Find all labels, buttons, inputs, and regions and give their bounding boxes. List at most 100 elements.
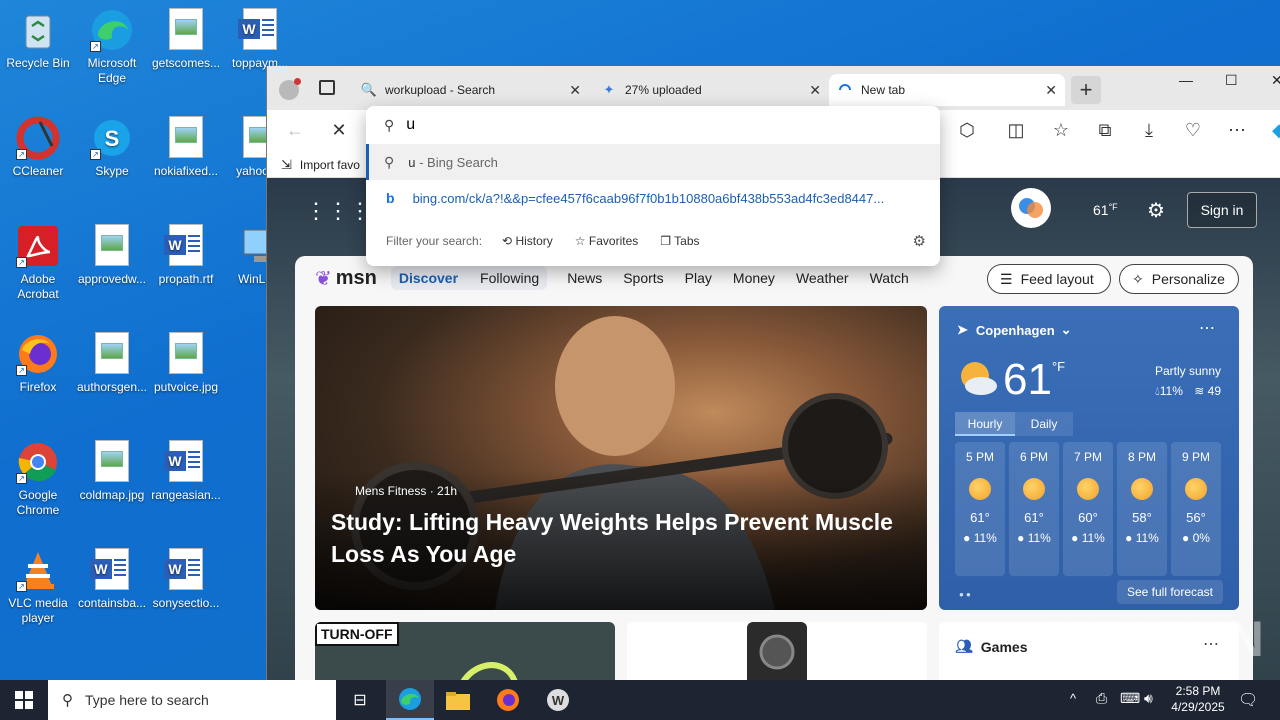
sign-in-button[interactable]: Sign in: [1187, 192, 1257, 228]
raindrop-icon: ●: [963, 531, 971, 545]
new-tab-button[interactable]: +: [1071, 76, 1101, 104]
image-file-icon: [95, 332, 129, 374]
desktop-icon-file[interactable]: getscomes...: [148, 8, 224, 71]
taskbar-file-explorer[interactable]: [434, 680, 482, 720]
desktop-icon-file[interactable]: authorsgen...: [74, 332, 150, 395]
desktop-icon-file[interactable]: W rangeasian...: [148, 440, 224, 503]
suggestion-bing-search[interactable]: ⚲ u - Bing Search: [366, 144, 940, 180]
maximize-button[interactable]: ☐: [1225, 72, 1238, 89]
pagination-dots[interactable]: ● ●: [959, 590, 971, 599]
turnoff-card[interactable]: TURN-OFF: [315, 622, 615, 680]
desktop-icon-recycle-bin[interactable]: Recycle Bin: [0, 8, 76, 71]
desktop-icon-file[interactable]: nokiafixed...: [148, 116, 224, 179]
weather-location[interactable]: ➤ Copenhagen ⌄: [957, 322, 1072, 338]
desktop-icon-firefox[interactable]: ↗ Firefox: [0, 332, 76, 395]
tabs-filter[interactable]: ❐ Tabs: [660, 234, 699, 248]
desktop-icon-file[interactable]: W propath.rtf: [148, 224, 224, 287]
close-tab-icon[interactable]: ✕: [569, 82, 581, 99]
tab-daily[interactable]: Daily: [1015, 412, 1073, 436]
nav-sports[interactable]: Sports: [623, 270, 663, 286]
notifications-icon[interactable]: 🗨︎: [1238, 690, 1258, 710]
more-options-icon[interactable]: ⋯: [1225, 120, 1249, 141]
desktop-icon-edge[interactable]: ↗ Microsoft Edge: [74, 8, 150, 86]
nav-weather[interactable]: Weather: [796, 270, 849, 286]
task-view-icon[interactable]: ⊟: [336, 680, 384, 720]
desktop-icon-ccleaner[interactable]: ↗ CCleaner: [0, 116, 76, 179]
nav-money[interactable]: Money: [733, 270, 775, 286]
tab-workupload-search[interactable]: 🔍 workupload - Search ✕: [353, 74, 589, 106]
collections-icon[interactable]: ⧉: [1093, 120, 1117, 141]
close-tab-icon[interactable]: ✕: [1045, 82, 1057, 99]
camera-card[interactable]: [627, 622, 927, 680]
weather-temp-top[interactable]: 61°F: [1093, 202, 1118, 218]
apps-grid-icon[interactable]: ⋮⋮⋮: [305, 198, 371, 224]
desktop-icon-file[interactable]: W toppaym...: [222, 8, 298, 71]
stop-loading-icon[interactable]: ✕: [327, 120, 351, 141]
address-bar[interactable]: ⚲: [366, 106, 940, 144]
settings-gear-icon[interactable]: ⚙: [913, 232, 926, 250]
personalize-button[interactable]: ✧ Personalize: [1119, 264, 1239, 294]
desktop-icon-file[interactable]: approvedw...: [74, 224, 150, 287]
search-icon: ⚲: [62, 692, 73, 709]
close-tab-icon[interactable]: ✕: [809, 82, 821, 99]
favorites-filter[interactable]: ☆ Favorites: [575, 234, 638, 248]
address-bar-dropdown: ⚲ ⚲ u - Bing Search b bing.com/ck/a?!&&p…: [366, 106, 940, 266]
back-icon[interactable]: ←: [283, 120, 307, 141]
browser-essentials-icon[interactable]: ♡: [1181, 120, 1205, 141]
taskbar-edge[interactable]: [386, 680, 434, 720]
tab-new-tab[interactable]: New tab ✕: [829, 74, 1065, 106]
word-document-icon: W: [238, 8, 277, 50]
suggestion-url[interactable]: b bing.com/ck/a?!&&p=cfee457f6caab96f7f0…: [366, 180, 940, 216]
desktop-icon-file[interactable]: W containsba...: [74, 548, 150, 611]
copilot-icon[interactable]: ◆: [1267, 120, 1280, 141]
downloads-icon[interactable]: ⤓: [1137, 120, 1161, 141]
hero-headline[interactable]: Study: Lifting Heavy Weights Helps Preve…: [331, 506, 911, 570]
history-filter[interactable]: ⟲ History: [502, 234, 553, 248]
desktop-icon-file[interactable]: putvoice.jpg: [148, 332, 224, 395]
address-input[interactable]: [406, 116, 887, 134]
see-full-forecast-link[interactable]: See full forecast: [1117, 580, 1223, 604]
desktop-icon-file[interactable]: coldmap.jpg: [74, 440, 150, 503]
nav-discover[interactable]: Discover: [399, 270, 458, 286]
start-button[interactable]: [0, 680, 48, 720]
word-document-icon: W: [164, 440, 203, 482]
tab-actions-icon[interactable]: [319, 80, 335, 95]
device-icon[interactable]: ⎙: [1096, 690, 1107, 707]
network-icon[interactable]: ⌨: [1120, 690, 1140, 707]
desktop-icon-chrome[interactable]: ↗ Google Chrome: [0, 440, 76, 518]
desktop-icon-acrobat[interactable]: ↗ Adobe Acrobat: [0, 224, 76, 302]
air-quality-icon: ≋: [1194, 384, 1205, 398]
partly-sunny-icon: [969, 478, 991, 500]
hourly-forecast-item: 8 PM 58° ● 11%: [1117, 442, 1167, 576]
settings-gear-icon[interactable]: ⚙: [1147, 198, 1165, 223]
desktop-icon-vlc[interactable]: ↗ VLC media player: [0, 548, 76, 626]
taskbar-winrar[interactable]: W: [534, 680, 582, 720]
profile-avatar-icon[interactable]: [279, 78, 301, 100]
nav-news[interactable]: News: [567, 270, 602, 286]
more-options-icon[interactable]: ⋯: [1199, 318, 1215, 338]
weather-card[interactable]: ➤ Copenhagen ⌄ ⋯ 61°F Partly sunny 💧︎11%…: [939, 306, 1239, 610]
image-file-icon: [95, 224, 129, 266]
minimize-button[interactable]: —: [1179, 72, 1193, 88]
chevron-up-icon[interactable]: ^: [1070, 691, 1076, 706]
msn-logo[interactable]: ❦ msn: [315, 266, 377, 291]
tab-hourly[interactable]: Hourly: [955, 412, 1015, 436]
hero-article-card[interactable]: Mens Fitness · 21h Study: Lifting Heavy …: [315, 306, 927, 610]
feed-layout-button[interactable]: ☰ Feed layout: [987, 264, 1111, 294]
extensions-icon[interactable]: ⬡: [955, 120, 979, 141]
nav-following[interactable]: Following: [480, 270, 539, 286]
close-window-button[interactable]: ✕: [1271, 72, 1280, 89]
desktop-icon-file[interactable]: W sonysectio...: [148, 548, 224, 611]
taskbar-firefox[interactable]: [484, 680, 532, 720]
favorites-icon[interactable]: ☆: [1049, 120, 1073, 141]
tab-upload-progress[interactable]: ✦ 27% uploaded ✕: [593, 74, 829, 106]
import-favorites-button[interactable]: ⇲ Import favo: [281, 157, 360, 173]
taskbar-search-box[interactable]: ⚲ Type here to search: [48, 680, 336, 720]
desktop-icon-skype[interactable]: S ↗ Skype: [74, 116, 150, 179]
clock[interactable]: 2:58 PM 4/29/2025: [1166, 683, 1230, 715]
split-screen-icon[interactable]: ◫: [1004, 120, 1028, 141]
volume-icon[interactable]: 🔊︎: [1144, 690, 1153, 707]
nav-play[interactable]: Play: [685, 270, 712, 286]
copilot-search-icon[interactable]: [1011, 188, 1051, 228]
nav-watch[interactable]: Watch: [870, 270, 909, 286]
